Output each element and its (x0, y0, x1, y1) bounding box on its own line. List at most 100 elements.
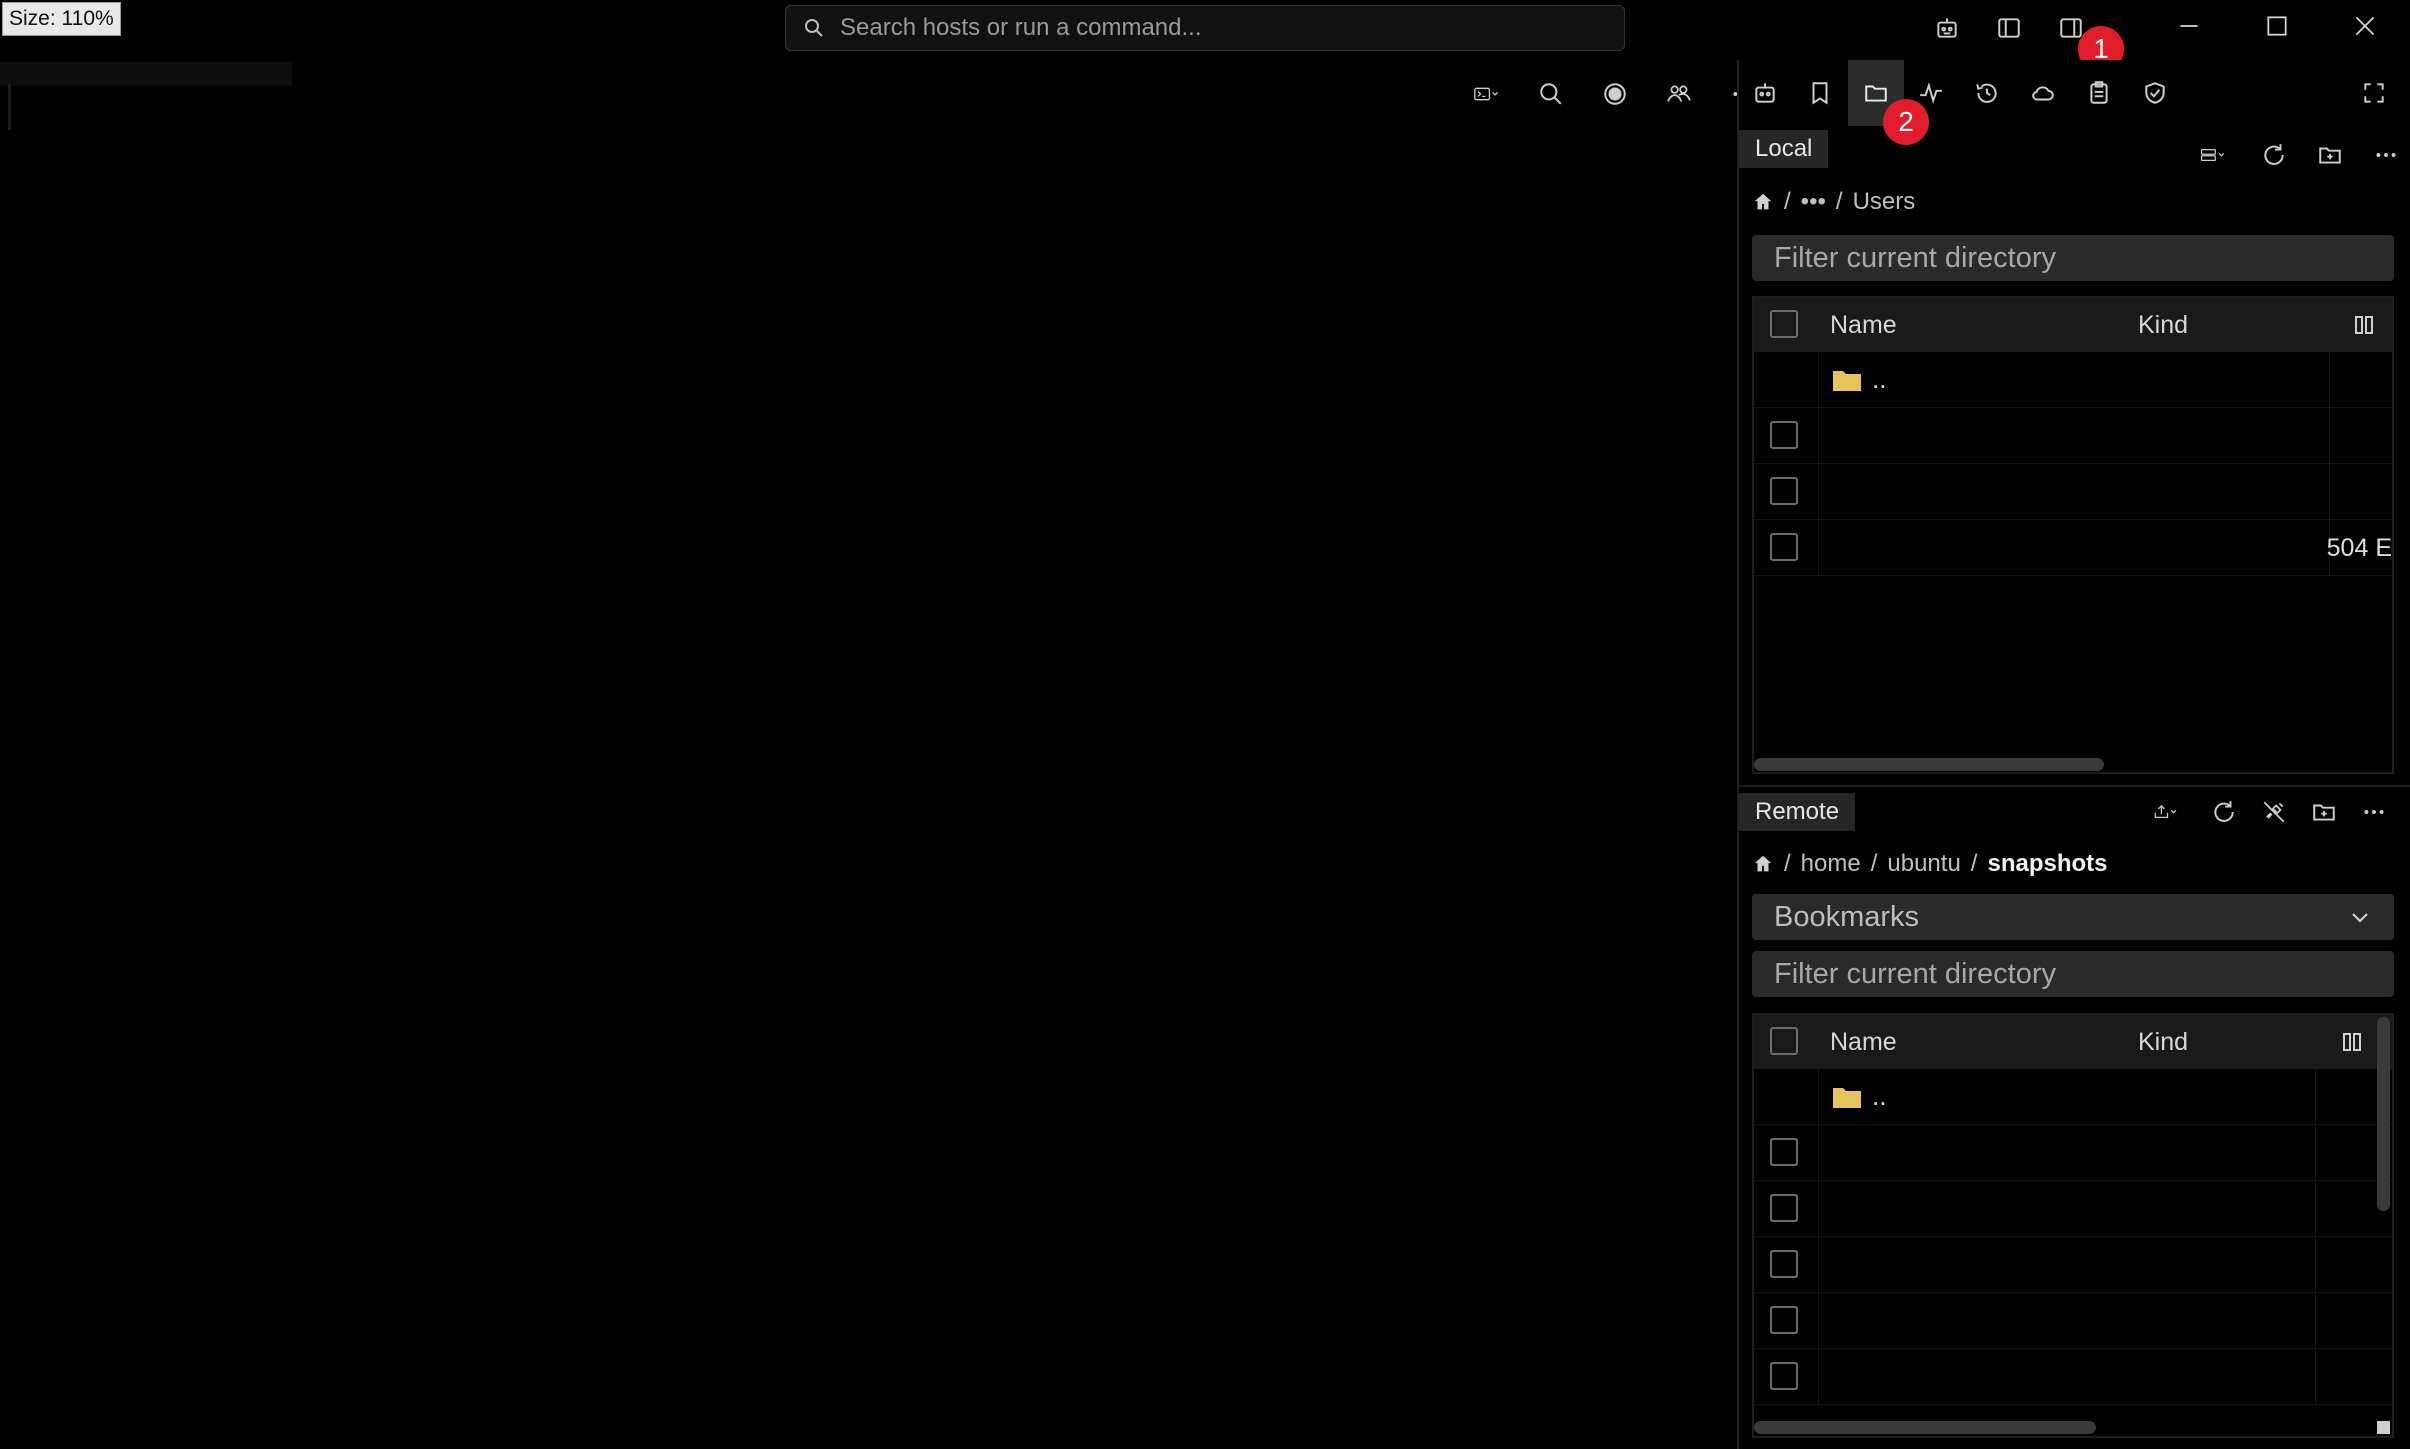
column-settings-icon[interactable] (2342, 1031, 2362, 1053)
refresh-icon (2264, 144, 2284, 165)
close-window-button[interactable] (2335, 0, 2395, 52)
local-select-all-checkbox[interactable] (1770, 310, 1798, 338)
local-new-folder-button[interactable] (2305, 130, 2355, 180)
share-session-button[interactable] (1654, 69, 1704, 119)
table-row[interactable] (1754, 1125, 2392, 1181)
ai-assistant-button[interactable] (1927, 8, 1967, 48)
home-icon[interactable] (1752, 853, 1774, 875)
row-checkbox[interactable] (1770, 1250, 1798, 1278)
local-filter-input[interactable] (1774, 241, 2334, 275)
table-row[interactable]: .. (1754, 1069, 2392, 1125)
unplug-icon (2263, 801, 2285, 823)
remote-vertical-scrollbar[interactable] (2377, 1017, 2390, 1211)
monitor-tab[interactable] (1906, 60, 1956, 126)
remote-file-table: Name Kind .. (1752, 1013, 2394, 1438)
parent-folder-entry[interactable]: .. (1832, 364, 1886, 395)
local-file-table: Name Kind .. 504 E (1752, 296, 2394, 774)
local-view-mode-button[interactable] (2183, 130, 2243, 180)
remote-tab-label: Remote (1755, 798, 1840, 825)
breadcrumb-current[interactable]: Users (1853, 188, 1916, 216)
remote-more-button[interactable] (2349, 787, 2399, 837)
remote-refresh-button[interactable] (2199, 787, 2249, 837)
activity-icon (1920, 82, 1942, 104)
remote-column-kind[interactable]: Kind (2138, 1028, 2188, 1057)
breadcrumb-separator: / (1784, 850, 1791, 877)
local-column-name[interactable]: Name (1830, 311, 1897, 340)
breadcrumb-current[interactable]: snapshots (1987, 850, 2107, 878)
remote-filter-input[interactable] (1774, 957, 2334, 991)
fullscreen-button[interactable] (2349, 60, 2399, 126)
search-icon (805, 19, 823, 37)
remote-horizontal-scrollbar[interactable] (1754, 1421, 2096, 1434)
shell-select-button[interactable] (1462, 69, 1512, 119)
breadcrumb-user[interactable]: ubuntu (1887, 850, 1960, 878)
local-more-button[interactable] (2361, 130, 2410, 180)
parent-folder-entry[interactable]: .. (1832, 1081, 1886, 1112)
column-settings-icon[interactable] (2354, 314, 2374, 336)
terminal-search-button[interactable] (1526, 69, 1576, 119)
security-tab[interactable] (2130, 60, 2180, 126)
remote-filter-box[interactable] (1752, 951, 2394, 997)
search-icon (1540, 83, 1562, 105)
terminal-area[interactable] (0, 60, 1736, 1449)
robot-icon (1937, 18, 1957, 38)
table-row[interactable]: .. (1754, 352, 2392, 408)
bookmarks-label: Bookmarks (1774, 900, 1920, 933)
row-checkbox[interactable] (1770, 1306, 1798, 1334)
table-row[interactable] (1754, 464, 2392, 520)
command-search-box[interactable] (785, 5, 1625, 51)
breadcrumb-separator: / (1784, 188, 1791, 215)
notes-tab[interactable] (2074, 60, 2124, 126)
remote-section-tab[interactable]: Remote (1739, 793, 1856, 831)
row-checkbox[interactable] (1770, 1362, 1798, 1390)
remote-disconnect-button[interactable] (2249, 787, 2299, 837)
search-input[interactable] (840, 14, 1600, 42)
snippets-tab[interactable] (1795, 60, 1845, 126)
remote-upload-button[interactable] (2133, 787, 2199, 837)
table-row[interactable] (1754, 1293, 2392, 1349)
ai-tab[interactable] (1740, 60, 1790, 126)
more-horizontal-icon (2364, 810, 2384, 814)
table-row[interactable] (1754, 1349, 2392, 1405)
row-checkbox[interactable] (1770, 1194, 1798, 1222)
sidebar-left-icon (1998, 18, 2020, 38)
local-column-kind[interactable]: Kind (2138, 311, 2188, 340)
table-row[interactable] (1754, 408, 2392, 464)
local-tab-label: Local (1755, 135, 1813, 162)
local-table-header: Name Kind (1754, 298, 2392, 352)
remote-new-folder-button[interactable] (2299, 787, 2349, 837)
table-row[interactable]: 504 E (1754, 520, 2392, 576)
maximize-button[interactable] (2247, 0, 2307, 52)
file-name: .. (1872, 1081, 1887, 1111)
breadcrumb-home[interactable]: home (1801, 850, 1861, 878)
row-checkbox[interactable] (1770, 1138, 1798, 1166)
sync-tab[interactable] (2018, 60, 2068, 126)
table-row[interactable] (1754, 1237, 2392, 1293)
row-checkbox[interactable] (1770, 421, 1798, 449)
more-horizontal-icon (2376, 153, 2396, 157)
upload-chevron-icon (2154, 805, 2177, 818)
remote-column-name[interactable]: Name (1830, 1028, 1897, 1057)
bookmarks-dropdown[interactable]: Bookmarks (1752, 894, 2394, 940)
row-checkbox[interactable] (1770, 533, 1798, 561)
local-section-tab[interactable]: Local (1739, 130, 1829, 168)
breadcrumb-ellipsis[interactable]: ••• (1801, 188, 1826, 216)
cloud-icon (2032, 86, 2054, 101)
breadcrumb-separator: / (1835, 188, 1843, 215)
expand-icon (2364, 83, 2384, 103)
row-checkbox[interactable] (1770, 477, 1798, 505)
history-tab[interactable] (1962, 60, 2012, 126)
home-icon[interactable] (1752, 191, 1774, 213)
local-breadcrumb: / ••• / Users (1752, 185, 1915, 219)
local-horizontal-scrollbar[interactable] (1754, 758, 2104, 771)
record-button[interactable] (1590, 69, 1640, 119)
remote-select-all-checkbox[interactable] (1770, 1027, 1798, 1055)
table-row[interactable] (1754, 1181, 2392, 1237)
toggle-left-sidebar-button[interactable] (1989, 8, 2029, 48)
maximize-icon (2267, 16, 2287, 36)
terminal-chevron-icon (1474, 87, 1499, 101)
folder-icon (1865, 85, 1887, 102)
local-refresh-button[interactable] (2249, 130, 2299, 180)
minimize-button[interactable] (2159, 0, 2219, 52)
local-filter-box[interactable] (1752, 235, 2394, 281)
